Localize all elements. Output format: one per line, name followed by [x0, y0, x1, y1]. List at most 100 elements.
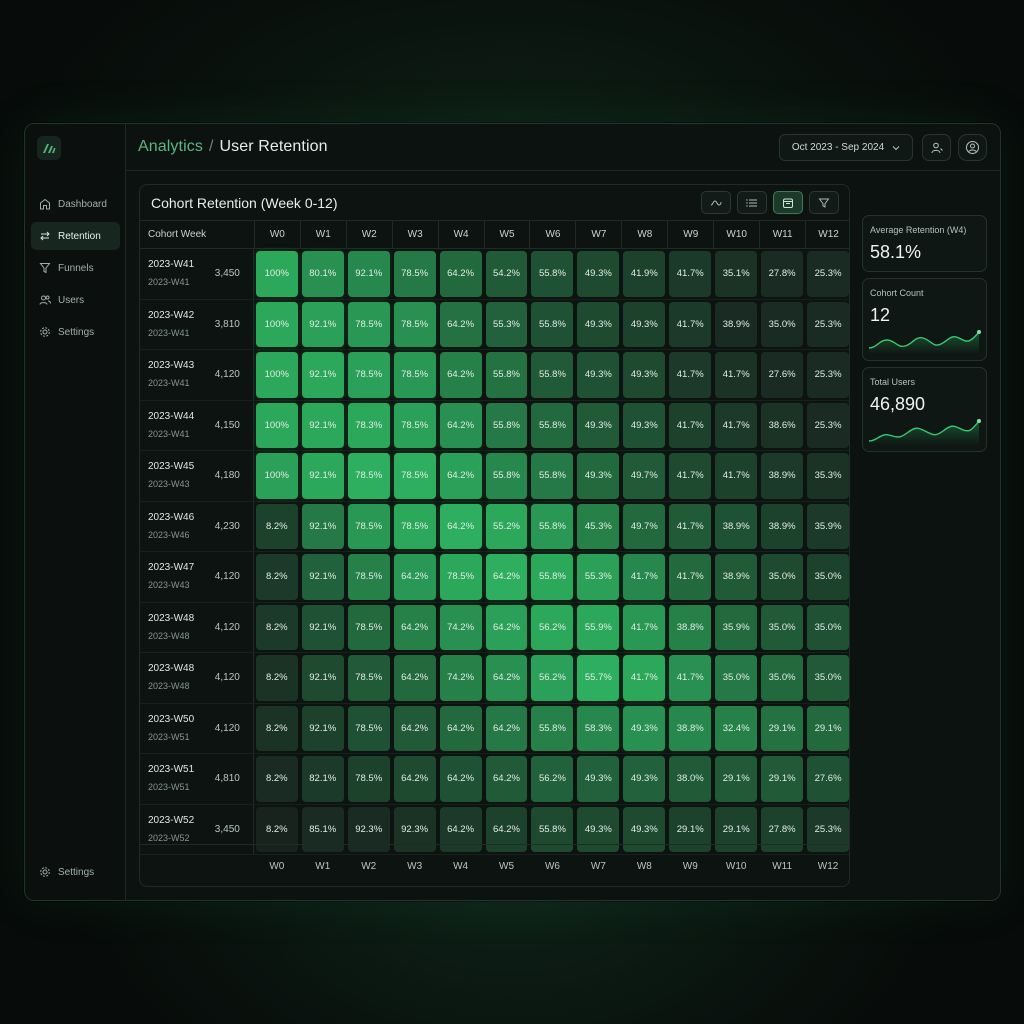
retention-cell[interactable]: 55.8%	[484, 451, 530, 501]
retention-cell[interactable]: 55.2%	[484, 502, 530, 552]
retention-cell[interactable]: 41.7%	[713, 451, 759, 501]
retention-cell[interactable]: 64.2%	[438, 249, 484, 299]
retention-cell[interactable]: 29.1%	[805, 704, 849, 754]
retention-cell[interactable]: 49.3%	[621, 754, 667, 804]
retention-cell[interactable]: 49.3%	[575, 350, 621, 400]
retention-cell[interactable]: 64.2%	[392, 603, 438, 653]
retention-cell[interactable]: 41.7%	[621, 552, 667, 602]
retention-cell[interactable]: 55.8%	[529, 249, 575, 299]
retention-cell[interactable]: 35.3%	[805, 451, 849, 501]
retention-cell[interactable]: 55.8%	[484, 350, 530, 400]
retention-cell[interactable]: 56.2%	[529, 653, 575, 703]
sidebar-item-funnels[interactable]: Funnels	[31, 254, 120, 282]
retention-cell[interactable]: 27.8%	[759, 249, 805, 299]
retention-cell[interactable]: 55.8%	[529, 300, 575, 350]
retention-cell[interactable]: 78.5%	[392, 401, 438, 451]
retention-cell[interactable]: 92.1%	[300, 300, 346, 350]
retention-cell[interactable]: 38.9%	[713, 502, 759, 552]
retention-cell[interactable]: 8.2%	[254, 502, 300, 552]
retention-cell[interactable]: 100%	[254, 451, 300, 501]
retention-cell[interactable]: 78.5%	[346, 603, 392, 653]
retention-cell[interactable]: 41.7%	[713, 350, 759, 400]
retention-cell[interactable]: 64.2%	[484, 704, 530, 754]
table-row[interactable]: 2023-W44 2023-W41 4,150 100% 92.1% 78.3% 78.5%…	[140, 400, 849, 451]
retention-cell[interactable]: 45.3%	[575, 502, 621, 552]
retention-cell[interactable]: 49.7%	[621, 502, 667, 552]
sidebar-item-settings[interactable]: Settings	[31, 318, 120, 346]
retention-cell[interactable]: 78.5%	[346, 552, 392, 602]
retention-cell[interactable]: 49.3%	[621, 350, 667, 400]
retention-cell[interactable]: 35.1%	[713, 249, 759, 299]
table-row[interactable]: 2023-W47 2023-W43 4,120 8.2% 92.1% 78.5% 64.2%…	[140, 552, 849, 603]
user-settings-button[interactable]	[922, 134, 951, 161]
retention-cell[interactable]: 49.3%	[621, 300, 667, 350]
retention-cell[interactable]: 55.7%	[575, 653, 621, 703]
table-row[interactable]: 2023-W50 2023-W51 4,120 8.2% 92.1% 78.5% 64.2%…	[140, 703, 849, 754]
retention-cell[interactable]: 64.2%	[438, 502, 484, 552]
retention-cell[interactable]: 49.3%	[575, 249, 621, 299]
retention-cell[interactable]: 92.1%	[300, 350, 346, 400]
retention-cell[interactable]: 49.3%	[575, 754, 621, 804]
retention-cell[interactable]: 64.2%	[484, 552, 530, 602]
retention-cell[interactable]: 64.2%	[438, 451, 484, 501]
retention-cell[interactable]: 41.7%	[713, 401, 759, 451]
date-range-select[interactable]: Oct 2023 - Sep 2024	[779, 134, 913, 161]
retention-cell[interactable]: 25.3%	[805, 350, 849, 400]
retention-cell[interactable]: 8.2%	[254, 552, 300, 602]
retention-cell[interactable]: 64.2%	[438, 704, 484, 754]
retention-cell[interactable]: 55.8%	[529, 451, 575, 501]
retention-cell[interactable]: 38.9%	[713, 300, 759, 350]
retention-cell[interactable]: 64.2%	[392, 704, 438, 754]
retention-cell[interactable]: 41.7%	[667, 249, 713, 299]
table-row[interactable]: 2023-W46 2023-W46 4,230 8.2% 92.1% 78.5% 78.5%…	[140, 501, 849, 552]
retention-cell[interactable]: 78.5%	[346, 704, 392, 754]
retention-cell[interactable]: 78.5%	[346, 754, 392, 804]
retention-cell[interactable]: 55.3%	[575, 552, 621, 602]
retention-cell[interactable]: 55.3%	[484, 300, 530, 350]
retention-cell[interactable]: 64.2%	[438, 754, 484, 804]
retention-cell[interactable]: 78.5%	[346, 350, 392, 400]
retention-cell[interactable]: 92.1%	[300, 653, 346, 703]
retention-cell[interactable]: 38.0%	[667, 754, 713, 804]
retention-cell[interactable]: 100%	[254, 300, 300, 350]
retention-cell[interactable]: 38.6%	[759, 401, 805, 451]
retention-cell[interactable]: 35.0%	[759, 603, 805, 653]
retention-cell[interactable]: 27.6%	[759, 350, 805, 400]
retention-cell[interactable]: 92.1%	[300, 451, 346, 501]
retention-cell[interactable]: 92.1%	[300, 502, 346, 552]
table-row[interactable]: 2023-W45 2023-W43 4,180 100% 92.1% 78.5% 78.5%…	[140, 451, 849, 502]
retention-cell[interactable]: 64.2%	[484, 603, 530, 653]
retention-cell[interactable]: 74.2%	[438, 653, 484, 703]
retention-cell[interactable]: 78.5%	[346, 451, 392, 501]
retention-cell[interactable]: 78.3%	[346, 401, 392, 451]
retention-cell[interactable]: 29.1%	[759, 754, 805, 804]
retention-cell[interactable]: 41.7%	[667, 350, 713, 400]
retention-cell[interactable]: 55.8%	[529, 704, 575, 754]
retention-cell[interactable]: 78.5%	[392, 451, 438, 501]
calendar-view-button[interactable]	[773, 191, 803, 214]
retention-cell[interactable]: 49.3%	[575, 401, 621, 451]
retention-cell[interactable]: 78.5%	[392, 249, 438, 299]
retention-cell[interactable]: 41.7%	[621, 653, 667, 703]
retention-cell[interactable]: 49.7%	[621, 451, 667, 501]
retention-cell[interactable]: 49.3%	[621, 401, 667, 451]
table-row[interactable]: 2023-W42 2023-W41 3,810 100% 92.1% 78.5% 78.5%…	[140, 299, 849, 350]
sidebar-item-dashboard[interactable]: Dashboard	[31, 190, 120, 218]
retention-cell[interactable]: 82.1%	[300, 754, 346, 804]
retention-cell[interactable]: 35.0%	[805, 552, 849, 602]
retention-cell[interactable]: 25.3%	[805, 401, 849, 451]
breadcrumb-parent[interactable]: Analytics	[138, 138, 203, 155]
retention-cell[interactable]: 64.2%	[392, 552, 438, 602]
table-row[interactable]: 2023-W48 2023-W48 4,120 8.2% 92.1% 78.5% 64.2%…	[140, 653, 849, 704]
retention-cell[interactable]: 25.3%	[805, 249, 849, 299]
retention-cell[interactable]: 78.5%	[346, 502, 392, 552]
trend-view-button[interactable]	[701, 191, 731, 214]
retention-cell[interactable]: 8.2%	[254, 653, 300, 703]
retention-cell[interactable]: 29.1%	[759, 704, 805, 754]
retention-cell[interactable]: 35.0%	[713, 653, 759, 703]
sidebar-item-settings-bottom[interactable]: Settings	[31, 858, 120, 886]
retention-cell[interactable]: 64.2%	[392, 653, 438, 703]
retention-cell[interactable]: 64.2%	[484, 653, 530, 703]
retention-cell[interactable]: 8.2%	[254, 603, 300, 653]
retention-cell[interactable]: 100%	[254, 350, 300, 400]
